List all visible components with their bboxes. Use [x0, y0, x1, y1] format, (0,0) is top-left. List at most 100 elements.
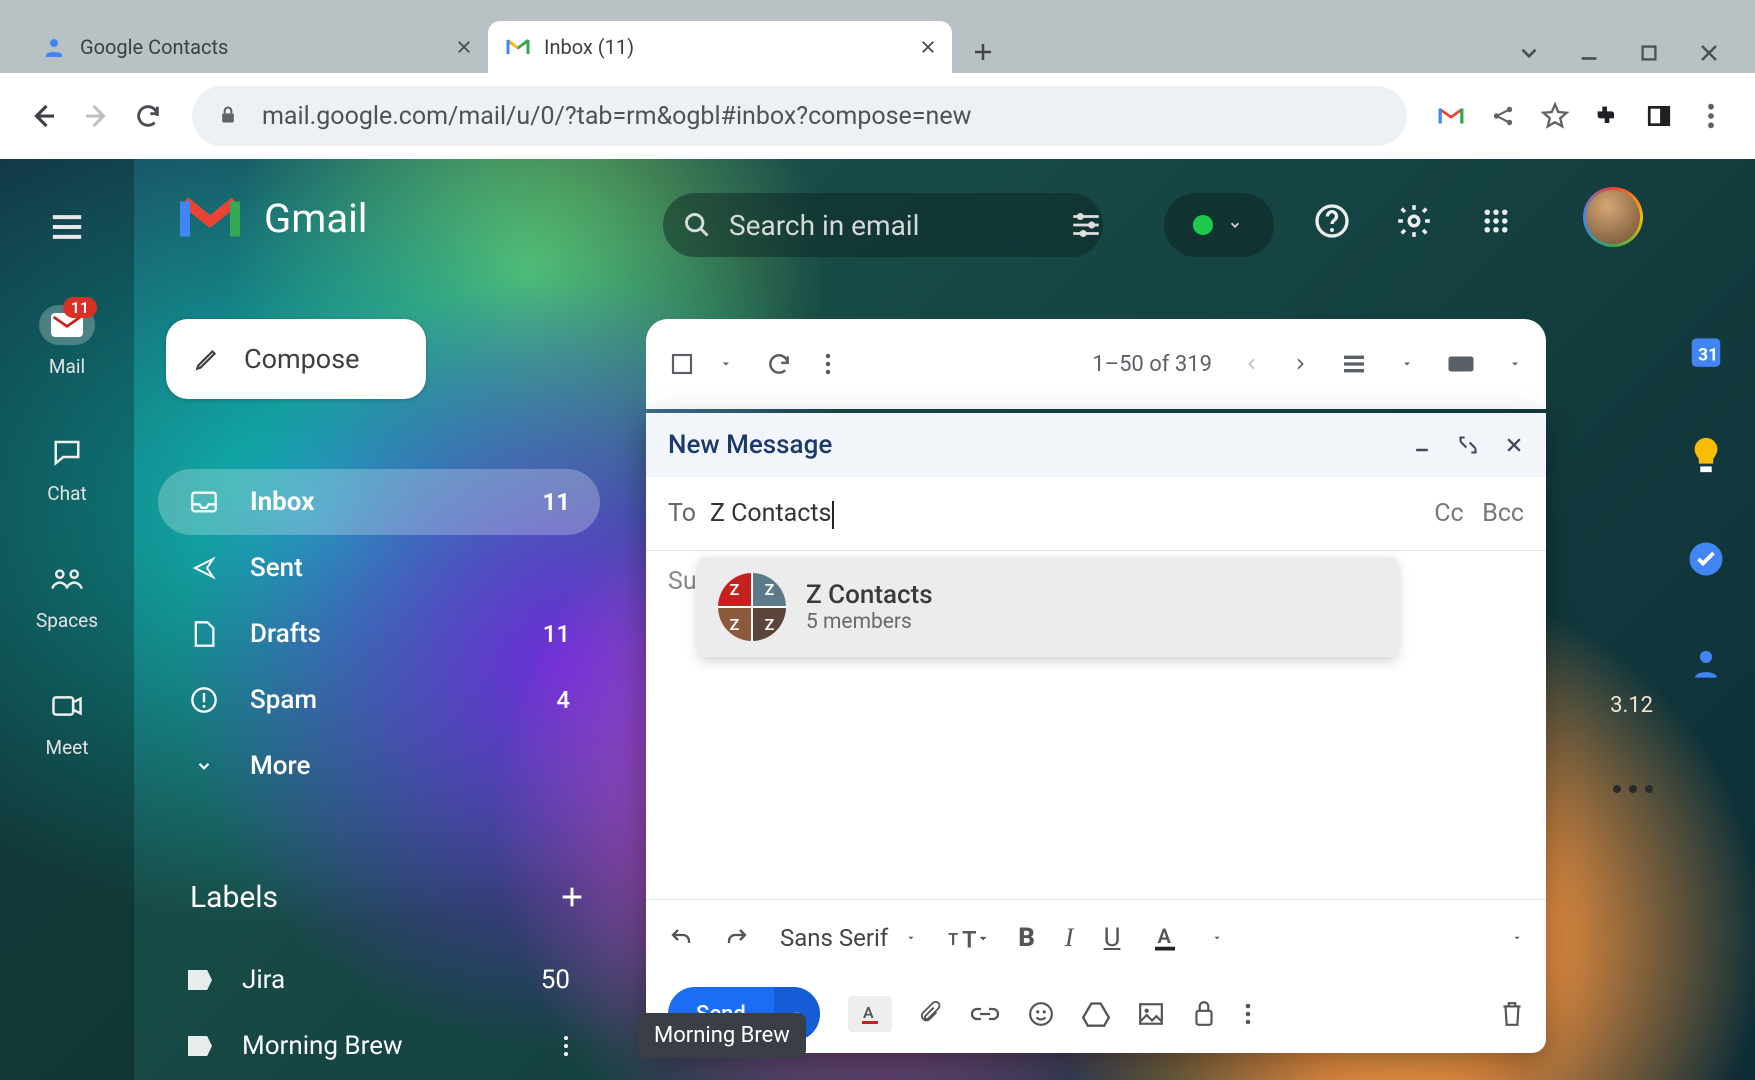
status-pill[interactable] [1164, 193, 1274, 257]
chevron-down-icon[interactable] [1210, 933, 1224, 943]
search-input[interactable]: Search in email [663, 193, 1103, 257]
svg-text:31: 31 [1698, 346, 1718, 366]
tabs-dropdown-icon[interactable] [1515, 39, 1543, 67]
nav-drafts[interactable]: Drafts 11 [158, 601, 600, 667]
overflow-icon[interactable] [1613, 785, 1653, 793]
more-format-icon[interactable] [1510, 933, 1524, 943]
minimize-icon[interactable] [1412, 435, 1432, 455]
input-tools-icon[interactable] [1446, 353, 1476, 375]
compose-button[interactable]: Compose [166, 319, 426, 399]
share-icon[interactable] [1477, 90, 1529, 142]
more-menu-icon[interactable] [824, 352, 832, 376]
confidential-icon[interactable] [1192, 1000, 1216, 1028]
gmail-extension-icon[interactable] [1425, 90, 1477, 142]
close-icon[interactable] [452, 35, 476, 59]
page-prev-icon[interactable] [1244, 352, 1260, 376]
account-avatar[interactable] [1583, 187, 1643, 247]
keep-icon[interactable] [1684, 433, 1728, 477]
refresh-button[interactable] [766, 351, 792, 377]
label-menu-icon[interactable] [562, 1034, 570, 1058]
italic-icon[interactable]: I [1065, 923, 1074, 953]
app-rail: 11 Mail Chat Spaces Meet [0, 159, 134, 1080]
font-size-icon[interactable]: TT [948, 924, 988, 952]
apps-icon[interactable] [1476, 201, 1516, 241]
contact-suggestion[interactable]: ZZ ZZ Z Contacts 5 members [698, 557, 1398, 657]
nav-sent[interactable]: Sent [158, 535, 600, 601]
browser-chrome: Google Contacts Inbox (11) [0, 0, 1755, 159]
density-icon[interactable] [1340, 354, 1368, 374]
rail-meet[interactable]: Meet [39, 686, 95, 759]
close-icon[interactable] [916, 35, 940, 59]
search-options-icon[interactable] [1060, 203, 1112, 247]
forward-button[interactable] [70, 90, 122, 142]
online-dot-icon [1193, 215, 1213, 235]
to-value: Z Contacts [710, 499, 831, 528]
emoji-icon[interactable] [1028, 1001, 1054, 1027]
rail-chat[interactable]: Chat [39, 432, 95, 505]
calendar-icon[interactable]: 31 [1684, 329, 1728, 373]
label-jira[interactable]: Jira 50 [158, 947, 600, 1013]
gmail-logo[interactable]: Gmail [180, 195, 368, 242]
select-dropdown-icon[interactable] [718, 358, 734, 370]
contacts-side-icon[interactable] [1684, 641, 1728, 685]
rail-spaces[interactable]: Spaces [36, 559, 98, 632]
tab-inbox[interactable]: Inbox (11) [488, 21, 952, 73]
label-morning-brew[interactable]: Morning Brew [158, 1013, 600, 1079]
undo-icon[interactable] [668, 926, 694, 950]
star-icon[interactable] [1529, 90, 1581, 142]
nav-count: 4 [556, 686, 570, 714]
add-label-button[interactable] [554, 879, 590, 915]
more-options-icon[interactable] [1244, 1002, 1252, 1026]
link-icon[interactable] [970, 1005, 1000, 1023]
back-button[interactable] [18, 90, 70, 142]
sidepanel-icon[interactable] [1633, 90, 1685, 142]
insert-image-icon[interactable] [1138, 1002, 1164, 1026]
nav-bar: mail.google.com/mail/u/0/?tab=rm&ogbl#in… [0, 73, 1755, 159]
main-menu-button[interactable] [50, 197, 84, 257]
page-next-icon[interactable] [1292, 352, 1308, 376]
maximize-icon[interactable] [1635, 39, 1663, 67]
close-icon[interactable] [1504, 435, 1524, 455]
redo-icon[interactable] [724, 926, 750, 950]
nav-spam[interactable]: Spam 4 [158, 667, 600, 733]
expand-icon[interactable] [1458, 435, 1478, 455]
svg-text:A: A [863, 1003, 874, 1022]
new-tab-button[interactable] [962, 31, 1004, 73]
svg-text:A: A [1158, 924, 1172, 948]
text-color-icon[interactable]: A [1150, 923, 1180, 953]
settings-icon[interactable] [1394, 201, 1434, 241]
menu-icon[interactable] [1685, 90, 1737, 142]
tab-contacts[interactable]: Google Contacts [24, 21, 488, 73]
delete-draft-icon[interactable] [1500, 1000, 1524, 1028]
cc-button[interactable]: Cc [1434, 499, 1463, 528]
compose-titlebar[interactable]: New Message [646, 413, 1546, 477]
minimize-icon[interactable] [1575, 39, 1603, 67]
chevron-down-icon[interactable] [1508, 358, 1522, 370]
help-icon[interactable] [1312, 201, 1352, 241]
rail-label: Chat [47, 482, 86, 505]
drive-icon[interactable] [1082, 1001, 1110, 1027]
rail-mail[interactable]: 11 Mail [39, 305, 95, 378]
tasks-icon[interactable] [1684, 537, 1728, 581]
close-window-icon[interactable] [1695, 39, 1723, 67]
nav-label: Sent [250, 553, 303, 583]
reload-button[interactable] [122, 90, 174, 142]
rail-label: Spaces [36, 609, 98, 632]
chevron-down-icon[interactable] [1400, 358, 1414, 370]
nav-label: More [250, 751, 310, 781]
attach-icon[interactable] [920, 1001, 942, 1027]
bcc-button[interactable]: Bcc [1482, 499, 1524, 528]
select-checkbox[interactable] [670, 352, 694, 376]
extensions-icon[interactable] [1581, 90, 1633, 142]
underline-icon[interactable]: U [1104, 923, 1121, 953]
to-field[interactable]: To Z Contacts Cc Bcc [646, 477, 1546, 551]
mail-toolbar: 1–50 of 319 [646, 319, 1546, 409]
text-format-icon[interactable]: A [848, 996, 892, 1032]
nav-more[interactable]: More [158, 733, 600, 799]
inbox-icon [188, 490, 220, 514]
labels-title: Labels [190, 880, 278, 915]
nav-inbox[interactable]: Inbox 11 [158, 469, 600, 535]
address-bar[interactable]: mail.google.com/mail/u/0/?tab=rm&ogbl#in… [192, 86, 1407, 146]
bold-icon[interactable]: B [1018, 923, 1035, 953]
font-select[interactable]: Sans Serif [780, 924, 918, 952]
